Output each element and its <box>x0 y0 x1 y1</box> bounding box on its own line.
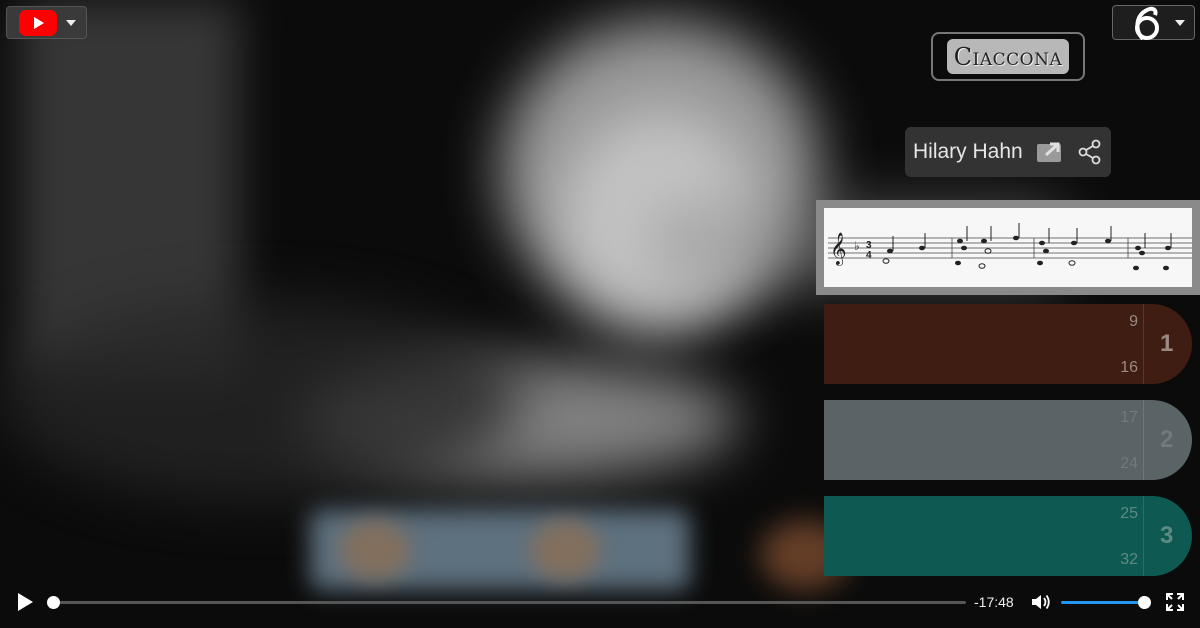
volume-icon[interactable] <box>1031 593 1051 611</box>
section-start-bar: 25 <box>1120 505 1138 522</box>
section-divider <box>1143 496 1144 576</box>
page-title: Ciaccona <box>946 39 1070 74</box>
share-icon[interactable] <box>1077 139 1103 165</box>
section-1-button[interactable]: 9 16 1 <box>824 304 1192 384</box>
section-2-button[interactable]: 17 24 2 <box>824 400 1192 480</box>
score-preview[interactable]: 𝄞 ♭ 3 4 <box>816 200 1200 295</box>
title-button[interactable]: Ciaccona <box>931 32 1085 81</box>
progress-track[interactable] <box>53 601 966 604</box>
youtube-logo-icon <box>19 9 57 36</box>
section-number: 2 <box>1160 426 1174 453</box>
section-divider <box>1143 304 1144 384</box>
sheet-music-preview: 𝄞 ♭ 3 4 <box>828 223 1192 271</box>
section-end-bar: 32 <box>1120 551 1138 568</box>
section-divider <box>1143 400 1144 480</box>
external-link-icon[interactable] <box>1035 139 1065 165</box>
performer-name: Hilary Hahn <box>913 140 1023 163</box>
svg-text:4: 4 <box>866 250 872 261</box>
volume-track[interactable] <box>1061 601 1145 604</box>
section-start-bar: 17 <box>1120 409 1138 426</box>
section-number: 3 <box>1160 522 1174 549</box>
section-end-bar: 24 <box>1120 455 1138 472</box>
section-start-bar: 9 <box>1129 313 1138 330</box>
chevron-down-icon <box>1175 19 1185 26</box>
section-3-button[interactable]: 25 32 3 <box>824 496 1192 576</box>
time-remaining: -17:48 <box>974 594 1014 610</box>
section-end-bar: 16 <box>1120 359 1138 376</box>
youtube-menu-button[interactable] <box>6 6 87 39</box>
treble-clef-icon <box>1135 6 1159 40</box>
svg-text:𝄞: 𝄞 <box>830 232 847 266</box>
player-controls: -17:48 <box>0 584 1200 620</box>
chevron-down-icon <box>66 19 76 26</box>
svg-text:♭: ♭ <box>854 239 860 253</box>
volume-handle[interactable] <box>1138 596 1151 609</box>
app-menu-button[interactable] <box>1112 5 1195 40</box>
play-icon[interactable] <box>18 593 33 611</box>
section-number: 1 <box>1160 330 1174 357</box>
progress-handle[interactable] <box>47 596 60 609</box>
fullscreen-icon[interactable] <box>1166 593 1184 611</box>
performer-panel: Hilary Hahn <box>905 127 1111 177</box>
